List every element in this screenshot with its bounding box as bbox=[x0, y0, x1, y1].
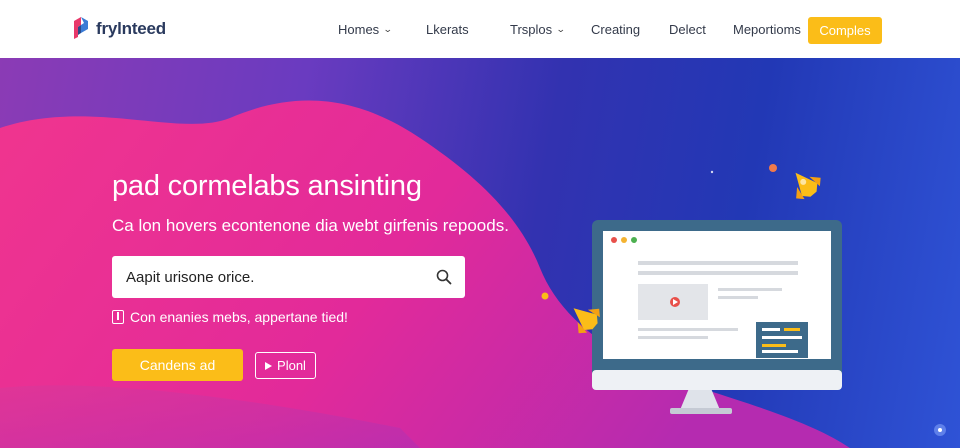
brand-logo-icon bbox=[74, 17, 88, 39]
hero-search-box bbox=[112, 256, 465, 298]
nav-item-delect[interactable]: Delect bbox=[669, 22, 711, 37]
nav-item-label: Meportioms bbox=[733, 21, 801, 37]
top-navbar: frylnteed Homes ⌄ Lkerats Trsplos ⌄ Crea… bbox=[0, 0, 960, 58]
nav-item-label: Creating bbox=[591, 21, 641, 37]
search-icon[interactable] bbox=[435, 268, 453, 286]
chevron-down-icon: ⌄ bbox=[383, 24, 393, 34]
chevron-down-icon: ⌄ bbox=[556, 24, 566, 34]
nav-item-label: Lkerats bbox=[426, 21, 469, 37]
nav-item-trsplos[interactable]: Trsplos ⌄ bbox=[510, 22, 574, 37]
nav-item-meportioms[interactable]: Meportioms bbox=[733, 22, 807, 37]
consent-checkbox[interactable] bbox=[112, 310, 124, 324]
nav-item-label: Trsplos bbox=[510, 21, 553, 37]
nav-item-creating[interactable]: Creating bbox=[591, 22, 647, 37]
nav-item-label: Delect bbox=[669, 21, 706, 37]
primary-cta-button[interactable]: Candens ad bbox=[112, 349, 243, 381]
nav-item-homes[interactable]: Homes ⌄ bbox=[338, 22, 410, 37]
nav-item-lkerats[interactable]: Lkerats bbox=[426, 22, 482, 37]
nav-cta-button[interactable]: Comples bbox=[808, 17, 882, 44]
secondary-play-button[interactable]: Plonl bbox=[255, 352, 316, 379]
nav-item-label: Homes bbox=[338, 21, 380, 37]
monitor-illustration bbox=[541, 164, 842, 414]
rocket-icon bbox=[795, 172, 821, 200]
consent-label: Con enanies mebs, appertane tied! bbox=[130, 309, 348, 325]
consent-row: Con enanies mebs, appertane tied! bbox=[112, 309, 348, 325]
search-input[interactable] bbox=[126, 268, 426, 286]
hero-headline: pad cormelabs ansinting bbox=[112, 170, 422, 202]
brand-name: frylnteed bbox=[96, 19, 166, 38]
hero-subline: Ca lon hovers econtenone dia webt girfen… bbox=[112, 216, 509, 235]
main-nav: Homes ⌄ Lkerats Trsplos ⌄ Creating Delec… bbox=[338, 0, 807, 58]
brand[interactable]: frylnteed bbox=[70, 17, 166, 41]
hero-section: pad cormelabs ansinting Ca lon hovers ec… bbox=[0, 58, 960, 448]
secondary-button-label: Plonl bbox=[277, 358, 306, 373]
play-icon bbox=[265, 361, 273, 370]
